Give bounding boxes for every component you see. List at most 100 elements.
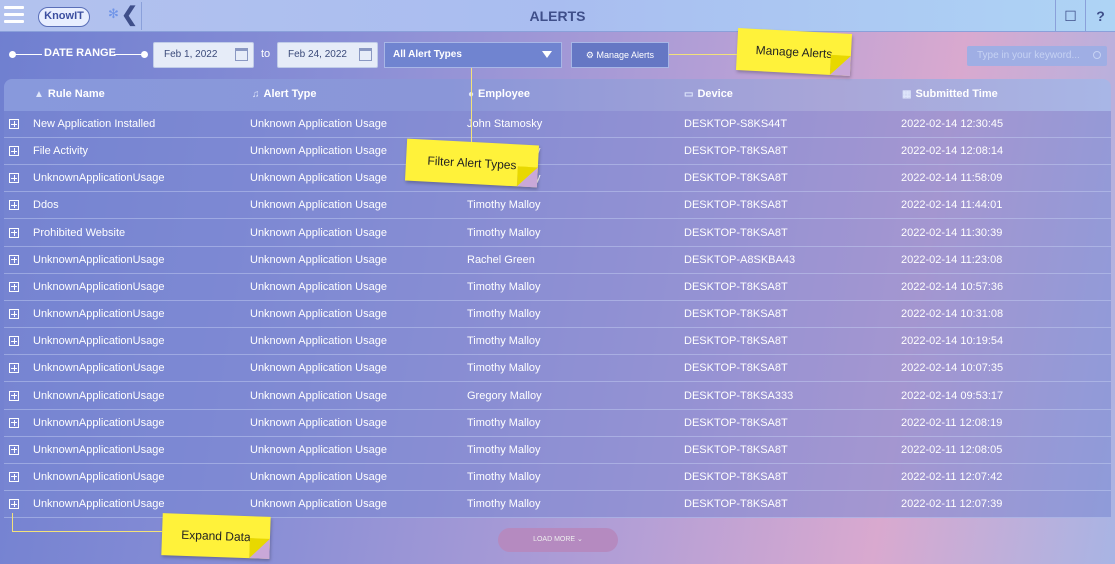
expand-row-icon[interactable]: [9, 499, 19, 510]
expand-row-icon[interactable]: [9, 200, 19, 211]
cell-rule-name: New Application Installed: [33, 118, 156, 130]
cell-alert-type: Unknown Application Usage: [250, 172, 387, 185]
cell-employee: Timothy Malloy: [467, 280, 541, 293]
expand-row-icon[interactable]: [9, 390, 19, 401]
cell-submitted-time: 2022-02-14 12:30:45: [901, 118, 1004, 130]
monitor-icon: ▭: [684, 89, 694, 100]
cell-device: DESKTOP-T8KSA8T: [684, 470, 788, 483]
cell-rule-name: UnknownApplicationUsage: [33, 443, 165, 456]
expand-row-icon[interactable]: [9, 336, 19, 347]
table-row[interactable]: Prohibited Website Unknown Application Us…: [4, 220, 1111, 247]
search-placeholder: Type in your keyword...: [977, 50, 1080, 61]
cell-alert-type: Unknown Application Usage: [250, 362, 387, 375]
expand-row-icon[interactable]: [9, 309, 19, 320]
expand-row-icon[interactable]: [9, 471, 19, 482]
cell-employee: Timothy Malloy: [467, 470, 541, 483]
annotation-connector: [12, 513, 13, 531]
search-input[interactable]: Type in your keyword...: [967, 46, 1107, 66]
manage-alerts-button[interactable]: ⚙ Manage Alerts: [571, 42, 669, 68]
table-row[interactable]: File ActivityUnknown Application UsageTi…: [4, 138, 1111, 166]
table-row[interactable]: UnknownApplicationUsage Unknown Applicati…: [4, 437, 1111, 464]
expand-row-icon[interactable]: [9, 119, 19, 129]
cell-submitted-time: 2022-02-14 11:23:08: [901, 253, 1003, 266]
cell-submitted-time: 2022-02-11 12:07:39: [901, 498, 1003, 511]
cell-alert-type: Unknown Application Usage: [250, 145, 387, 158]
cell-device: DESKTOP-T8KSA8T: [684, 226, 788, 239]
table-row[interactable]: UnknownApplicationUsage Unknown Applicati…: [4, 355, 1111, 383]
chat-icon[interactable]: ☐: [1055, 0, 1085, 32]
column-header-employee[interactable]: ●Employee: [468, 88, 530, 100]
load-more-button[interactable]: LOAD MORE ⌄: [498, 528, 618, 552]
table-row[interactable]: UnknownApplicationUsage Unknown Applicati…: [4, 410, 1111, 437]
cell-rule-name: UnknownApplicationUsage: [33, 498, 165, 511]
cell-rule-name: UnknownApplicationUsage: [33, 362, 165, 375]
cell-submitted-time: 2022-02-14 10:19:54: [901, 335, 1004, 348]
column-header-submitted-time[interactable]: ▦ Submitted Time: [902, 88, 998, 100]
annotation-connector: [471, 68, 472, 142]
table-row[interactable]: Ddos Unknown Application Usage Timothy Mal…: [4, 192, 1111, 220]
cell-device: DESKTOP-T8KSA8T: [684, 498, 788, 511]
alerts-table-body: New Application Installed Unknown Applica…: [4, 111, 1111, 519]
table-row[interactable]: UnknownApplicationUsage Unknown Applicati…: [4, 383, 1111, 410]
cell-submitted-time: 2022-02-11 12:08:05: [901, 443, 1003, 456]
to-date-input[interactable]: Feb 24, 2022: [277, 42, 378, 68]
calendar-icon[interactable]: [235, 48, 248, 61]
manage-alerts-label: Manage Alerts: [596, 50, 655, 60]
cell-device: DESKTOP-T8KSA8T: [684, 416, 788, 429]
cell-submitted-time: 2022-02-14 10:31:08: [901, 308, 1004, 321]
to-label: to: [261, 48, 271, 60]
cell-rule-name: UnknownApplicationUsage: [33, 470, 165, 483]
cell-device: DESKTOP-T8KSA333: [684, 389, 794, 402]
alert-type-selected: All Alert Types: [393, 49, 462, 60]
table-row[interactable]: UnknownApplicationUsage Unknown Applicati…: [4, 247, 1111, 274]
column-header-alert-type[interactable]: ♫ Alert Type: [252, 88, 316, 100]
expand-row-icon[interactable]: [9, 227, 19, 238]
table-row[interactable]: UnknownApplicationUsage Unknown Applicati…: [4, 301, 1111, 329]
cell-employee: Timothy Malloy: [467, 226, 541, 239]
table-row[interactable]: UnknownApplicationUsage Unknown Applicati…: [4, 464, 1111, 491]
column-header-device[interactable]: ▭ Device: [684, 88, 733, 100]
table-row[interactable]: UnknownApplicationUsage Unknown Applicati…: [4, 165, 1111, 193]
expand-row-icon[interactable]: [9, 444, 19, 455]
column-header-rule-name[interactable]: ▲ Rule Name: [34, 88, 105, 100]
cell-device: DESKTOP-T8KSA8T: [684, 443, 788, 456]
cell-device: DESKTOP-T8KSA8T: [684, 280, 788, 293]
expand-data-annotation: Expand Data: [161, 513, 271, 559]
cell-submitted-time: 2022-02-14 12:08:14: [901, 145, 1004, 158]
expand-row-icon[interactable]: [9, 254, 19, 265]
expand-row-icon[interactable]: [9, 281, 19, 292]
calendar-icon[interactable]: [359, 48, 372, 61]
expand-row-icon[interactable]: [9, 417, 19, 428]
column-label: Submitted Time: [915, 88, 998, 100]
cell-employee: Rachel Green: [467, 253, 535, 266]
date-range-end-dot: [141, 51, 148, 58]
cell-device: DESKTOP-T8KSA8T: [684, 145, 788, 158]
annotation-connector: [669, 54, 737, 55]
cell-submitted-time: 2022-02-14 11:58:09: [901, 172, 1003, 185]
cell-submitted-time: 2022-02-14 11:44:01: [901, 199, 1003, 212]
table-row[interactable]: UnknownApplicationUsage Unknown Applicati…: [4, 274, 1111, 301]
cell-submitted-time: 2022-02-11 12:07:42: [901, 470, 1003, 483]
expand-row-icon[interactable]: [9, 146, 19, 157]
cell-alert-type: Unknown Application Usage: [250, 226, 387, 239]
date-range-line: [14, 54, 42, 55]
help-icon[interactable]: ?: [1085, 0, 1115, 32]
cell-submitted-time: 2022-02-14 09:53:17: [901, 389, 1004, 402]
expand-row-icon[interactable]: [9, 173, 19, 184]
column-label: Rule Name: [47, 88, 105, 100]
search-icon[interactable]: [1093, 51, 1101, 59]
annotation-connector: [12, 531, 162, 532]
expand-row-icon[interactable]: [9, 363, 19, 374]
cell-rule-name: Ddos: [33, 199, 59, 212]
cell-alert-type: Unknown Application Usage: [250, 389, 387, 402]
dropdown-arrow-icon: [542, 51, 552, 58]
calendar-icon: ▦: [902, 89, 912, 100]
cell-device: DESKTOP-T8KSA8T: [684, 172, 788, 185]
table-row[interactable]: New Application Installed Unknown Applica…: [4, 111, 1111, 138]
table-row[interactable]: UnknownApplicationUsage Unknown Applicati…: [4, 328, 1111, 356]
alert-type-select[interactable]: All Alert Types: [384, 42, 562, 68]
cell-device: DESKTOP-T8KSA8T: [684, 308, 788, 321]
cell-employee: Timothy Malloy: [467, 335, 541, 348]
from-date-input[interactable]: Feb 1, 2022: [153, 42, 254, 68]
cell-submitted-time: 2022-02-14 10:07:35: [901, 362, 1004, 375]
